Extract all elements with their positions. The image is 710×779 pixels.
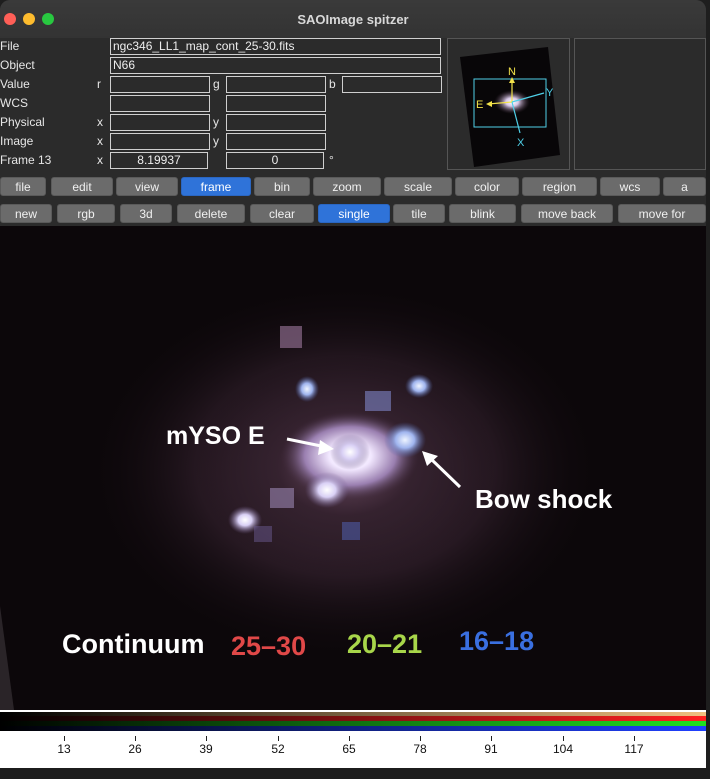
colorbar-tick-label: 65 xyxy=(342,742,356,756)
file-label: File xyxy=(0,39,20,53)
value-g-field xyxy=(226,76,326,93)
menu-zoom-button[interactable]: zoom xyxy=(313,177,381,196)
window-title: SAOImage spitzer xyxy=(297,12,409,27)
physical-x-label: x xyxy=(97,115,103,129)
frame-unit: ° xyxy=(329,153,334,167)
menu-frame-button[interactable]: frame xyxy=(181,177,251,196)
frame-blink-button[interactable]: blink xyxy=(449,204,516,223)
physical-x-field xyxy=(110,114,210,131)
frame-delete-button[interactable]: delete xyxy=(177,204,245,223)
colorbar-tick-label: 39 xyxy=(199,742,213,756)
compass-x-label: X xyxy=(517,137,525,149)
menu-bin-button[interactable]: bin xyxy=(254,177,310,196)
myso-e-label: mYSO E xyxy=(166,422,265,450)
compass-y-label: Y xyxy=(546,87,554,99)
frame-single-button[interactable]: single xyxy=(318,204,390,223)
physical-y-label: y xyxy=(213,115,219,129)
legend-green-band: 20–21 xyxy=(347,629,423,659)
colorbar-tick-label: 117 xyxy=(624,742,644,756)
colorbar-tick-label: 104 xyxy=(552,742,574,756)
legend-blue-band: 16–18 xyxy=(459,626,535,656)
colorbar-tick xyxy=(64,736,65,741)
value-b-field xyxy=(342,76,442,93)
image-label: Image xyxy=(0,134,34,148)
main-button-bar: file edit view frame bin zoom scale colo… xyxy=(0,176,706,198)
value-r-field xyxy=(110,76,210,93)
frame-y-field: 0 xyxy=(226,152,324,169)
frame-move-back-button[interactable]: move back xyxy=(521,204,613,223)
colorbar-tick xyxy=(278,736,279,741)
menu-color-button[interactable]: color xyxy=(455,177,519,196)
colorbar-tick-label: 26 xyxy=(128,742,142,756)
colorbar[interactable]: 13 26 39 52 65 78 91 104 117 xyxy=(0,710,706,768)
colorbar-tick xyxy=(491,736,492,741)
colorbar-tick-label: 13 xyxy=(57,742,71,756)
frame-label: Frame 13 xyxy=(0,153,52,167)
colorbar-tick-label: 91 xyxy=(484,742,498,756)
magnifier-view xyxy=(574,38,706,170)
wcs-field-1 xyxy=(110,95,210,112)
menu-wcs-button[interactable]: wcs xyxy=(600,177,660,196)
frame-x-field: 8.19937 xyxy=(110,152,208,169)
colorbar-tick xyxy=(135,736,136,741)
image-y-field xyxy=(226,133,326,150)
colorbar-tick xyxy=(420,736,421,741)
value-r-label: r xyxy=(97,77,101,91)
menu-edit-button[interactable]: edit xyxy=(51,177,113,196)
menu-scale-button[interactable]: scale xyxy=(384,177,452,196)
object-label: Object xyxy=(0,58,35,72)
colorbar-tick xyxy=(349,736,350,741)
value-label: Value xyxy=(0,77,30,91)
bow-shock-label: Bow shock xyxy=(475,484,613,514)
frame-button-bar: new rgb 3d delete clear single tile blin… xyxy=(0,203,706,225)
wcs-field-2 xyxy=(226,95,326,112)
menu-analysis-button[interactable]: a xyxy=(663,177,706,196)
rgb-colorbar-strip xyxy=(0,710,706,732)
colorbar-tick-label: 52 xyxy=(271,742,285,756)
object-field: N66 xyxy=(110,57,441,74)
app-window: SAOImage spitzer File ngc346_LL1_map_con… xyxy=(0,0,706,768)
frame-3d-button[interactable]: 3d xyxy=(120,204,172,223)
frame-move-forward-button[interactable]: move for xyxy=(618,204,706,223)
frame-x-label: x xyxy=(97,153,103,167)
frame-clear-button[interactable]: clear xyxy=(250,204,314,223)
colorbar-tick xyxy=(634,736,635,741)
value-g-label: g xyxy=(213,77,220,91)
file-field: ngc346_LL1_map_cont_25-30.fits xyxy=(110,38,441,55)
physical-y-field xyxy=(226,114,326,131)
legend-continuum-label: Continuum xyxy=(62,629,205,659)
colorbar-tick xyxy=(563,736,564,741)
menu-region-button[interactable]: region xyxy=(522,177,597,196)
frame-tile-button[interactable]: tile xyxy=(393,204,445,223)
title-bar: SAOImage spitzer xyxy=(0,0,706,39)
colorbar-tick-label: 78 xyxy=(413,742,427,756)
background-desktop xyxy=(0,768,710,779)
panner-thumbnail: N E Y X xyxy=(460,47,560,167)
colorbar-tick xyxy=(206,736,207,741)
menu-file-button[interactable]: file xyxy=(0,177,46,196)
wcs-label: WCS xyxy=(0,96,28,110)
value-b-label: b xyxy=(329,77,336,91)
frame-rgb-button[interactable]: rgb xyxy=(57,204,115,223)
image-display[interactable]: mYSO E Bow shock Continuum 25–30 20–21 1… xyxy=(0,226,706,710)
legend-red-band: 25–30 xyxy=(231,631,307,661)
compass-north-label: N xyxy=(508,66,516,78)
panner-view[interactable]: N E Y X xyxy=(447,38,570,170)
menu-view-button[interactable]: view xyxy=(116,177,178,196)
physical-label: Physical xyxy=(0,115,45,129)
frame-new-button[interactable]: new xyxy=(0,204,52,223)
image-y-label: y xyxy=(213,134,219,148)
compass-east-label: E xyxy=(476,99,483,111)
image-x-field xyxy=(110,133,210,150)
image-x-label: x xyxy=(97,134,103,148)
